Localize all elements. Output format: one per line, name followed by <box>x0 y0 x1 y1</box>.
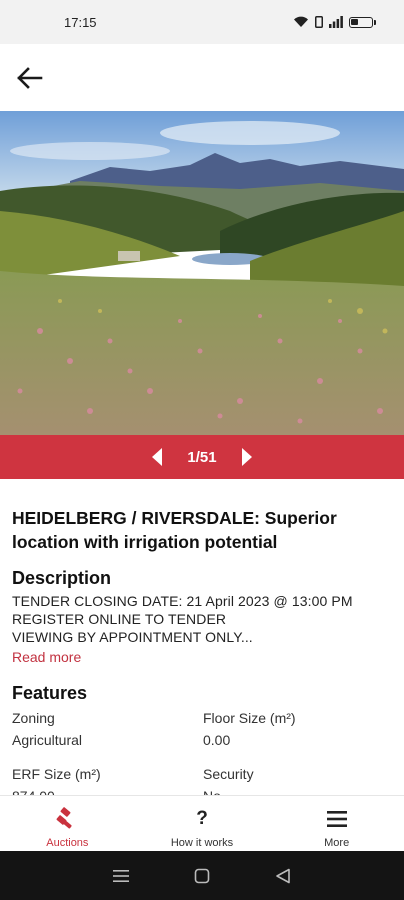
sim-icon <box>315 16 323 28</box>
feature-value: 0.00 <box>203 732 231 748</box>
home-button[interactable] <box>190 864 214 888</box>
feature-label: ERF Size (m²) <box>12 766 101 782</box>
previous-photo-button[interactable] <box>149 446 165 468</box>
nav-label: Auctions <box>46 837 89 849</box>
feature-value: 874.00 <box>12 786 203 795</box>
description-line: TENDER CLOSING DATE: 21 April 2023 @ 13:… <box>12 593 353 609</box>
listing-details: HEIDELBERG / RIVERSDALE: Superior locati… <box>0 479 404 795</box>
nav-label: More <box>324 837 350 849</box>
status-bar: 17:15 <box>0 0 404 44</box>
feature-erf-size: ERF Size (m²) 874.00 <box>12 764 203 795</box>
battery-icon <box>349 16 376 28</box>
nav-more[interactable]: More <box>269 796 404 851</box>
system-back-button[interactable] <box>271 864 295 888</box>
description-body: TENDER CLOSING DATE: 21 April 2023 @ 13:… <box>12 592 392 646</box>
description-line: REGISTER ONLINE TO TENDER <box>12 611 227 627</box>
app-bar <box>0 44 404 111</box>
feature-label: Zoning <box>12 710 55 726</box>
recents-button[interactable] <box>109 864 133 888</box>
question-icon: ? <box>196 808 208 829</box>
nav-auctions[interactable]: Auctions <box>0 796 135 851</box>
bottom-navigation: Auctions ? How it works More <box>0 795 404 851</box>
listing-photo[interactable] <box>0 111 404 435</box>
nav-how-it-works[interactable]: ? How it works <box>135 796 270 851</box>
features-grid: Zoning Agricultural Floor Size (m²) 0.00… <box>12 708 392 795</box>
home-icon <box>194 868 210 883</box>
features-heading: Features <box>12 683 88 703</box>
feature-floor-size: Floor Size (m²) 0.00 <box>203 708 394 750</box>
listing-title: HEIDELBERG / RIVERSDALE: Superior locati… <box>12 508 337 552</box>
description-line: VIEWING BY APPOINTMENT ONLY... <box>12 629 253 645</box>
menu-icon <box>326 811 347 827</box>
read-more-link[interactable]: Read more <box>12 649 81 665</box>
description-heading: Description <box>12 568 112 588</box>
feature-security: Security No <box>203 764 394 795</box>
nav-label: How it works <box>170 837 234 849</box>
feature-label: Floor Size (m²) <box>203 710 296 726</box>
recents-icon <box>112 869 129 882</box>
back-triangle-icon <box>276 868 291 883</box>
triangle-right-icon <box>241 448 252 466</box>
arrow-left-icon <box>17 66 43 89</box>
feature-zoning: Zoning Agricultural <box>12 708 203 750</box>
gallery-pager: 1/51 <box>0 435 404 479</box>
photo-counter: 1/51 <box>187 448 217 466</box>
feature-value: No <box>203 786 394 795</box>
system-navigation <box>0 851 404 900</box>
next-photo-button[interactable] <box>239 446 255 468</box>
feature-value: Agricultural <box>12 732 83 748</box>
feature-label: Security <box>203 766 254 782</box>
wifi-icon <box>294 16 308 27</box>
back-button[interactable] <box>12 61 46 95</box>
status-time: 17:15 <box>64 14 97 30</box>
gavel-icon <box>56 807 72 829</box>
signal-icon <box>329 16 343 28</box>
triangle-left-icon <box>152 448 163 466</box>
status-icons <box>293 16 376 28</box>
landscape-image <box>0 111 404 435</box>
